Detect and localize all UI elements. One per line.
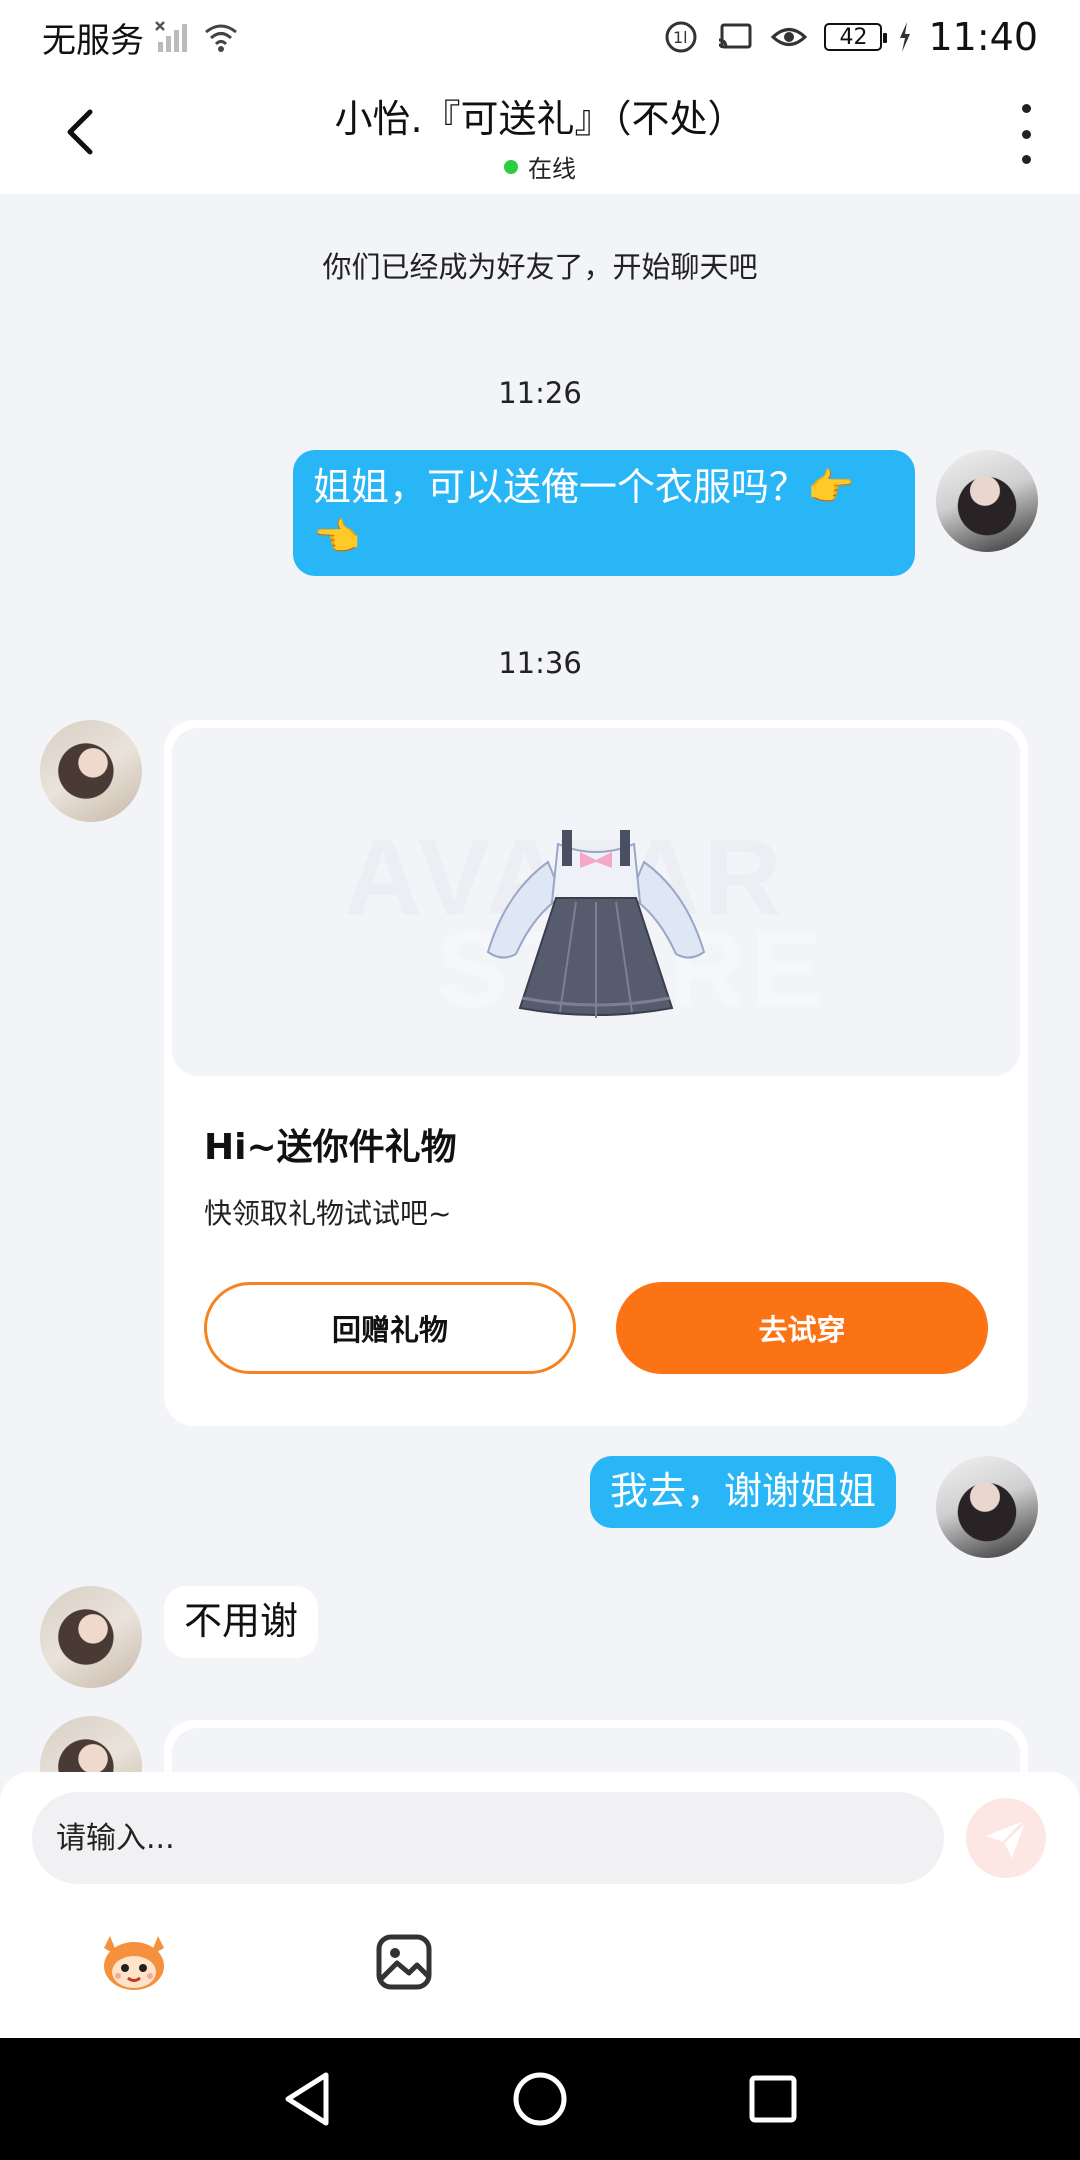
- nav-recent-icon: [749, 2075, 797, 2123]
- system-nav-bar: [0, 2038, 1080, 2160]
- nav-back-button[interactable]: [272, 2064, 342, 2134]
- data-icon: 1l: [665, 21, 697, 53]
- more-vertical-icon: [1021, 129, 1031, 139]
- image-button[interactable]: [364, 1922, 444, 2002]
- cast-icon: [719, 23, 752, 49]
- nav-recent-button[interactable]: [738, 2064, 808, 2134]
- send-icon: [986, 1818, 1028, 1858]
- status-bar: 无服务 1l 42 11:40: [0, 0, 1080, 74]
- chat-header: 小怡.『可送礼』（不处） 在线: [0, 74, 1080, 194]
- my-avatar[interactable]: [936, 450, 1038, 552]
- message-input[interactable]: [32, 1792, 944, 1884]
- svg-text:1l: 1l: [673, 28, 688, 47]
- mascot-sticker-icon: [104, 1936, 164, 1990]
- wifi-icon: [205, 24, 237, 52]
- send-button[interactable]: [966, 1798, 1046, 1878]
- title-block: 小怡.『可送礼』（不处） 在线: [0, 88, 1080, 184]
- online-status: 在线: [0, 149, 1080, 184]
- friend-notice: 你们已经成为好友了，开始聊天吧: [322, 250, 758, 284]
- eye-icon: [771, 28, 808, 46]
- gift-title: Hi~送你件礼物: [204, 1127, 457, 1168]
- dress-icon: [486, 830, 706, 1018]
- more-vertical-icon: [1021, 104, 1031, 113]
- sticker-button[interactable]: [94, 1922, 174, 2002]
- input-panel: [0, 1772, 1080, 2038]
- signal-x-icon: [155, 21, 187, 52]
- gift-image-area: AVATAR STORE: [172, 728, 1020, 1076]
- more-options-button[interactable]: [1012, 104, 1040, 164]
- timestamp: 11:36: [498, 646, 582, 680]
- my-avatar[interactable]: [936, 1456, 1038, 1558]
- gift-card[interactable]: AVATAR STORE Hi~送你件礼物 快领取礼物试试吧~ 回赠礼物 去试穿: [164, 720, 1028, 1426]
- outgoing-message[interactable]: 我去，谢谢姐姐: [590, 1456, 897, 1528]
- contact-avatar[interactable]: [40, 1586, 142, 1688]
- timestamp: 11:26: [498, 376, 582, 410]
- nav-back-icon: [285, 2072, 329, 2126]
- battery-icon: 42: [824, 23, 888, 51]
- online-status-text: 在线: [528, 155, 576, 183]
- contact-avatar[interactable]: [40, 720, 142, 822]
- status-time: 11:40: [928, 15, 1038, 59]
- incoming-message[interactable]: 不用谢: [164, 1586, 319, 1658]
- outgoing-message[interactable]: 姐姐，可以送俺一个衣服吗？👉👈: [293, 450, 915, 576]
- try-on-button[interactable]: 去试穿: [616, 1282, 988, 1374]
- image-icon: [376, 1934, 432, 1990]
- online-dot-icon: [504, 159, 518, 174]
- chat-title: 小怡.『可送礼』（不处）: [334, 97, 746, 141]
- gift-subtitle: 快领取礼物试试吧~: [204, 1197, 452, 1230]
- carrier-text: 无服务: [42, 20, 144, 61]
- status-right: 1l 42 11:40: [662, 15, 1038, 59]
- nav-home-button[interactable]: [505, 2064, 575, 2134]
- return-gift-button[interactable]: 回赠礼物: [204, 1282, 576, 1374]
- charging-icon: [900, 22, 911, 52]
- status-left: 无服务: [42, 13, 240, 62]
- nav-home-icon: [513, 2072, 567, 2126]
- more-vertical-icon: [1021, 155, 1031, 164]
